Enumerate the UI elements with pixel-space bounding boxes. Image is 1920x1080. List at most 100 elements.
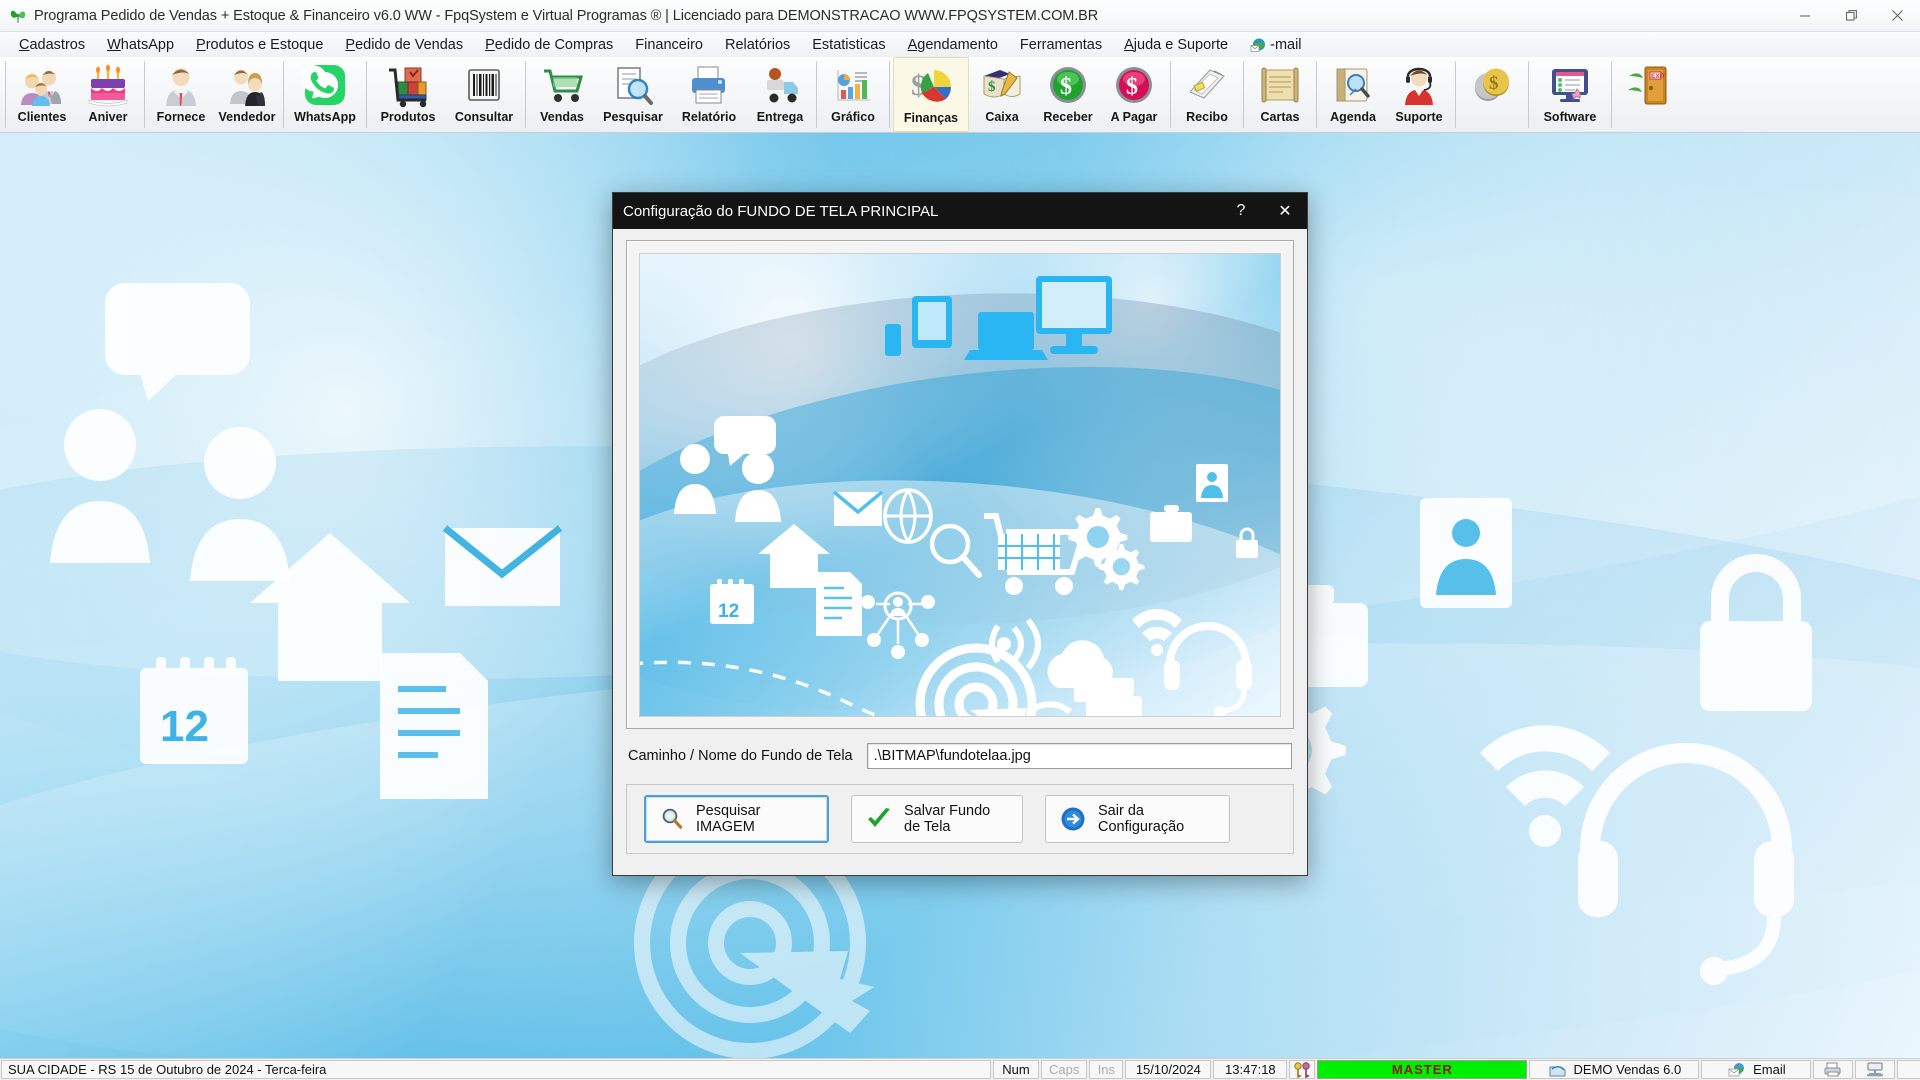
- gold-coins-icon: $: [1464, 61, 1520, 109]
- keys-icon: [1289, 1060, 1316, 1079]
- maximize-icon[interactable]: [1828, 0, 1874, 32]
- toolbar-button-receber[interactable]: $ Receber: [1035, 57, 1101, 132]
- menu-item-produtos-e-estoque[interactable]: Produtos e Estoque: [185, 35, 334, 55]
- globe-mail-icon: [1250, 37, 1267, 54]
- toolbar-separator: [525, 61, 526, 128]
- toolbar-separator: [283, 61, 284, 128]
- dialog-title: Configuração do FUNDO DE TELA PRINCIPAL: [623, 202, 939, 220]
- toolbar-button-relatorio[interactable]: Relatório: [671, 57, 747, 132]
- status-num: Num: [993, 1060, 1039, 1079]
- svg-text:12: 12: [718, 601, 739, 622]
- toolbar-group-produtos: Produtos Consultar: [370, 57, 522, 132]
- help-button[interactable]: ?: [1219, 193, 1263, 229]
- toolbar-button-agenda[interactable]: Agenda: [1320, 57, 1386, 132]
- toolbar-button-moedas[interactable]: $: [1459, 57, 1525, 132]
- button-label: Pesquisar IMAGEM: [696, 803, 761, 835]
- toolbar-label: A Pagar: [1110, 110, 1158, 124]
- salvar-fundo-button[interactable]: Salvar Fundo de Tela: [851, 795, 1023, 843]
- dialog-button-panel: Pesquisar IMAGEM Salvar Fundo de Tela Sa…: [626, 784, 1294, 854]
- status-master-badge: MASTER: [1317, 1060, 1528, 1079]
- toolbar-button-sair[interactable]: EXIT: [1615, 57, 1681, 132]
- toolbar-button-consultar[interactable]: Consultar: [446, 57, 522, 132]
- svg-text:$: $: [1489, 73, 1499, 94]
- menu-item-relatorios[interactable]: Relatórios: [714, 35, 801, 55]
- toolbar-button-vendedor[interactable]: Vendedor: [214, 57, 280, 132]
- toolbar-button-fornece[interactable]: Fornece: [148, 57, 214, 132]
- toolbar-button-aniver[interactable]: Aniver: [75, 57, 141, 132]
- toolbar-separator: [366, 61, 367, 128]
- menu-item-financeiro[interactable]: Financeiro: [624, 35, 714, 55]
- menu-item-pedido-de-vendas[interactable]: Pedido de Vendas: [334, 35, 474, 55]
- barcode-icon: [456, 61, 512, 109]
- path-input[interactable]: .\BITMAP\fundotelaa.jpg: [866, 743, 1292, 769]
- toolbar-button-cartas[interactable]: Cartas: [1247, 57, 1313, 132]
- toolbar-button-a-pagar[interactable]: $ A Pagar: [1101, 57, 1167, 132]
- cart-boxes-icon: [380, 61, 436, 109]
- status-network[interactable]: [1855, 1060, 1896, 1079]
- menu-item-ajuda-e-suporte[interactable]: Ajuda e Suporte: [1113, 35, 1239, 55]
- toolbar-label: Recibo: [1186, 110, 1228, 124]
- window-controls: [1782, 0, 1920, 32]
- button-label: Sair da Configuração: [1098, 803, 1185, 835]
- toolbar-label: Suporte: [1395, 110, 1443, 124]
- toolbar-button-software[interactable]: Software: [1532, 57, 1608, 132]
- menu-item-agendamento[interactable]: Agendamento: [897, 35, 1009, 55]
- menu-item-estatisticas[interactable]: Estatisticas: [801, 35, 896, 55]
- toolbar-label: Cartas: [1260, 110, 1300, 124]
- status-date: 15/10/2024: [1125, 1060, 1212, 1079]
- svg-text:12: 12: [160, 702, 209, 751]
- toolbar-button-suporte[interactable]: Suporte: [1386, 57, 1452, 132]
- toolbar-group-cartas: Cartas: [1247, 57, 1313, 132]
- toolbar-button-recibo[interactable]: Recibo: [1174, 57, 1240, 132]
- menu-item-email[interactable]: -mail: [1239, 34, 1312, 55]
- status-demo[interactable]: DEMO Vendas 6.0: [1529, 1060, 1700, 1079]
- software-monitor-icon: [1542, 61, 1598, 109]
- email-icon: [1727, 1061, 1747, 1078]
- status-time: 13:47:18: [1213, 1060, 1288, 1079]
- toolbar-separator: [1455, 61, 1456, 128]
- background-config-dialog: Configuração do FUNDO DE TELA PRINCIPAL …: [612, 192, 1308, 876]
- toolbar-label: Clientes: [17, 110, 67, 124]
- toolbar-label: Finanças: [903, 111, 959, 125]
- close-icon[interactable]: [1874, 0, 1920, 32]
- toolbar-button-vendas[interactable]: Vendas: [529, 57, 595, 132]
- toolbar-button-clientes[interactable]: Clientes: [9, 57, 75, 132]
- toolbar-button-entrega[interactable]: Entrega: [747, 57, 813, 132]
- toolbar-group-cadastro: Clientes Aniver: [9, 57, 141, 132]
- dialog-body: 12 Caminho / Nome do Fundo de Tela .\BIT…: [613, 229, 1307, 854]
- support-person-icon: [1391, 61, 1447, 109]
- status-caps: Caps: [1041, 1060, 1088, 1079]
- toolbar-button-whatsapp[interactable]: WhatsApp: [287, 57, 363, 132]
- toolbar-button-caixa[interactable]: $ Caixa: [969, 57, 1035, 132]
- menu-item-whatsapp[interactable]: WhatsApp: [96, 35, 185, 55]
- close-icon[interactable]: ✕: [1263, 193, 1307, 229]
- status-email[interactable]: Email: [1701, 1060, 1812, 1079]
- wallpaper-preview-image[interactable]: 12: [639, 253, 1281, 717]
- agenda-book-icon: [1325, 61, 1381, 109]
- toolbar-button-financas[interactable]: $ Finanças: [893, 57, 969, 132]
- pesquisar-imagem-button[interactable]: Pesquisar IMAGEM: [644, 795, 829, 843]
- toolbar-button-pesquisar[interactable]: Pesquisar: [595, 57, 671, 132]
- toolbar-label: Consultar: [454, 110, 514, 124]
- menu-item-pedido-de-compras[interactable]: Pedido de Compras: [474, 35, 624, 55]
- status-fpqsystem[interactable]: FpqSystem: [1897, 1060, 1920, 1079]
- toolbar-separator: [1243, 61, 1244, 128]
- status-ins: Ins: [1089, 1060, 1124, 1079]
- businessman-icon: [153, 61, 209, 109]
- toolbar-label: Software: [1543, 110, 1597, 124]
- status-city-date: SUA CIDADE - RS 15 de Outubro de 2024 - …: [1, 1060, 991, 1079]
- toolbar-button-produtos[interactable]: Produtos: [370, 57, 446, 132]
- toolbar-label: Entrega: [756, 110, 804, 124]
- minimize-icon[interactable]: [1782, 0, 1828, 32]
- bar-chart-icon: [825, 61, 881, 109]
- red-dollar-icon: $: [1106, 61, 1162, 109]
- menu-item-ferramentas[interactable]: Ferramentas: [1009, 35, 1113, 55]
- menubar: Cadastros WhatsApp Produtos e Estoque Pe…: [0, 32, 1920, 57]
- network-icon: [1865, 1061, 1885, 1078]
- sair-configuracao-button[interactable]: Sair da Configuração: [1045, 795, 1230, 843]
- dollar-pie-icon: $: [903, 62, 959, 110]
- toolbar-label: Produtos: [380, 110, 436, 124]
- toolbar-button-grafico[interactable]: Gráfico: [820, 57, 886, 132]
- status-print[interactable]: [1813, 1060, 1854, 1079]
- menu-item-cadastros[interactable]: Cadastros: [8, 35, 96, 55]
